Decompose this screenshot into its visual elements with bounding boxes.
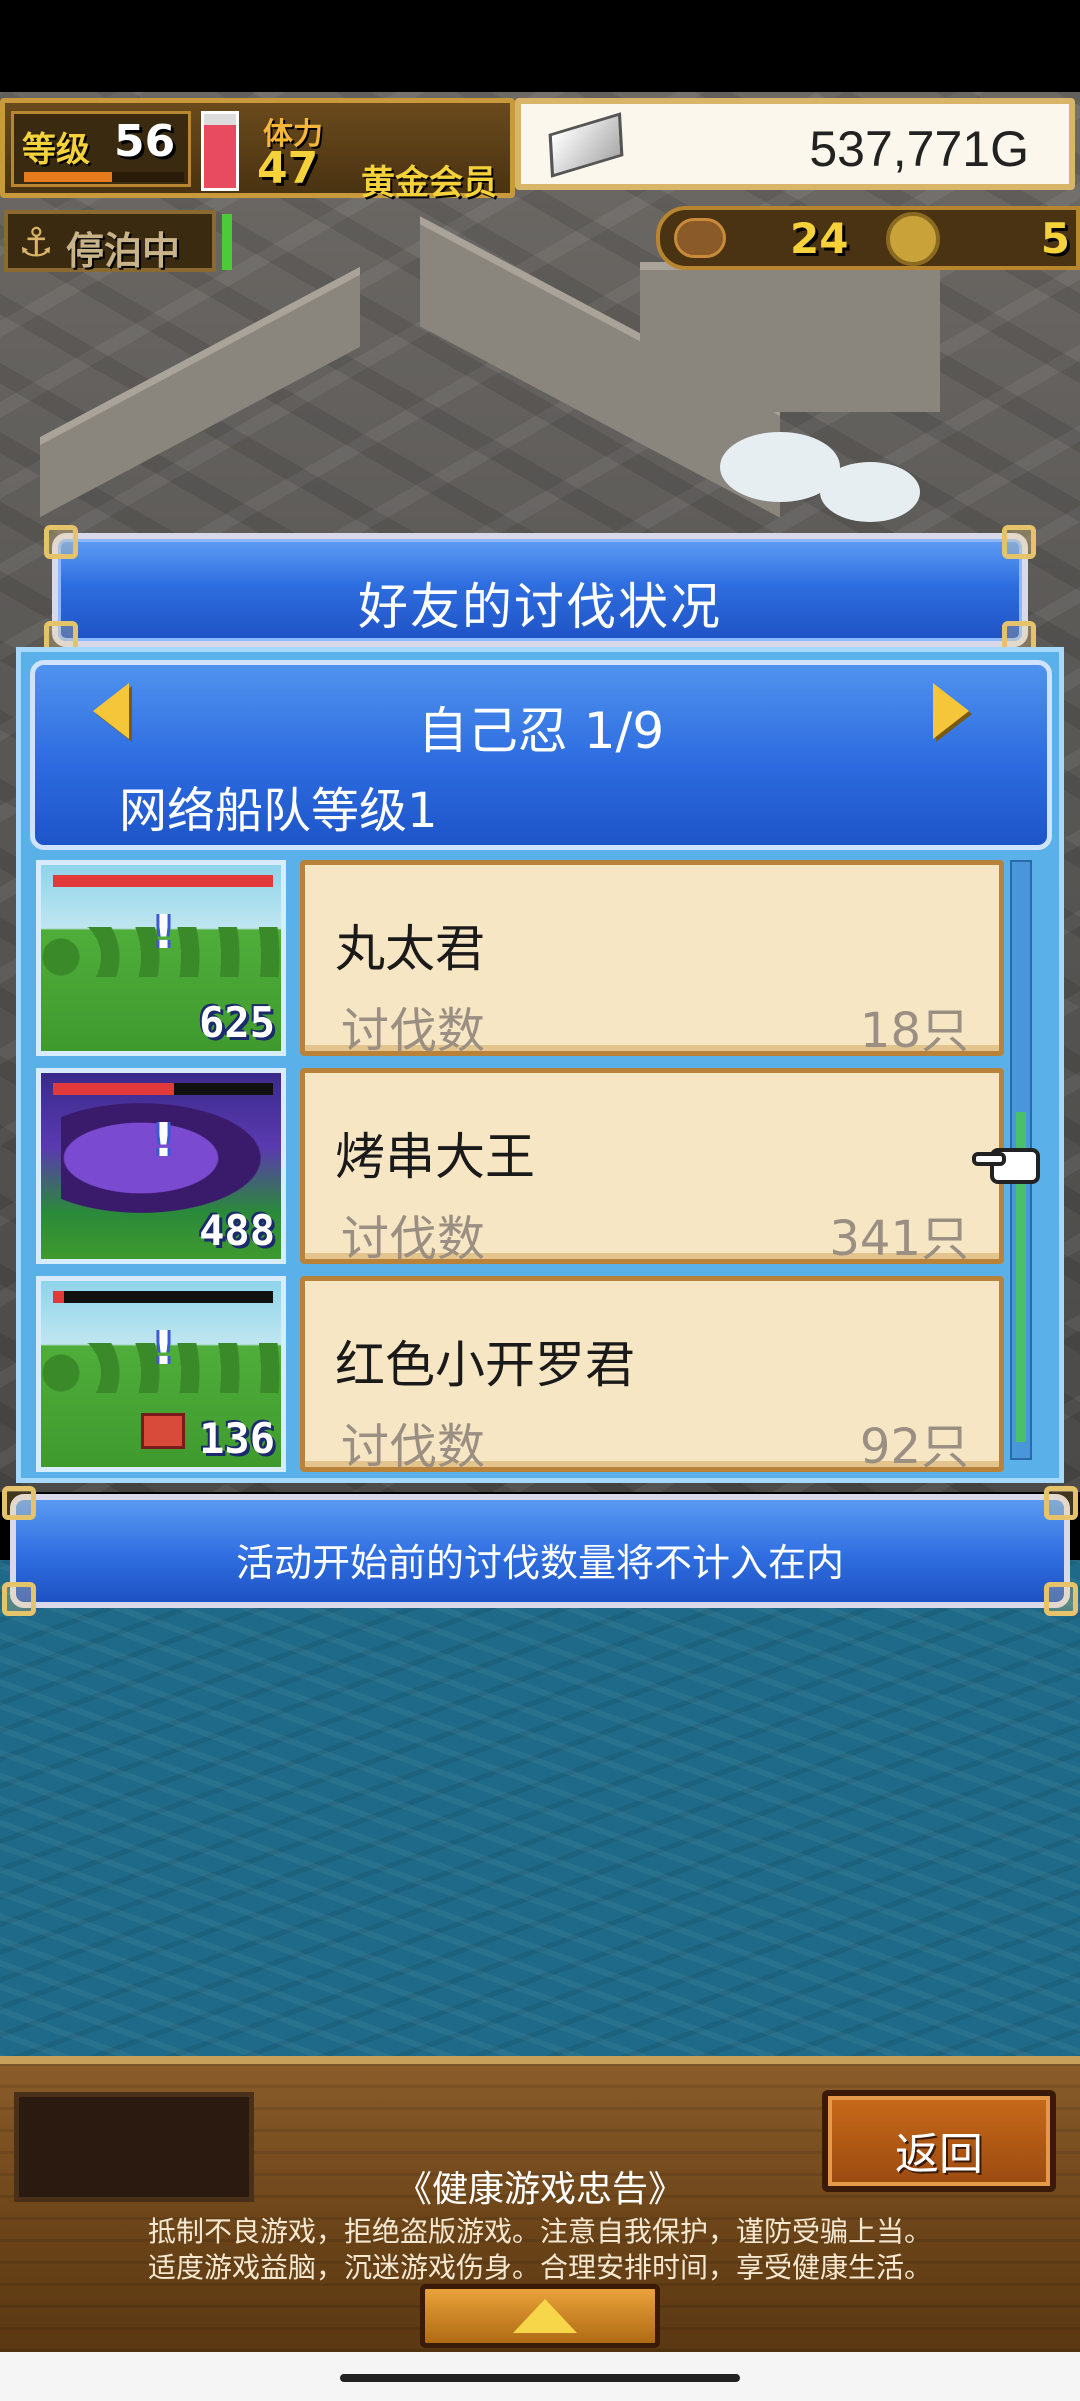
gold-amount: 537,771G [809, 121, 1029, 177]
alert-icon: ! [153, 905, 174, 959]
hp-bar-fill [53, 1291, 64, 1303]
health-advisory-line: 抵制不良游戏，拒绝盗版游戏。注意自我保护，谨防受骗上当。 [147, 2215, 932, 2248]
dock-status-badge[interactable]: ⚓ 停泊中 [4, 210, 216, 273]
right-arrow-icon [933, 683, 969, 739]
notice-banner: 活动开始前的讨伐数量将不计入在内 [2, 1486, 1078, 1616]
kill-count-label: 讨伐数 [341, 1419, 486, 1475]
corner-ornament [1044, 1486, 1078, 1520]
stamina-value: 47 [257, 143, 319, 194]
stamina-gauge [201, 111, 239, 191]
corner-ornament [2, 1582, 36, 1616]
monster-thumbnail: ! 625 [36, 860, 286, 1056]
notice-text: 活动开始前的讨伐数量将不计入在内 [235, 1541, 844, 1585]
xp-bar [24, 172, 184, 182]
red-monster-sprite [141, 1413, 185, 1449]
list-item[interactable]: ! 625 丸太君 讨伐数 18只 [30, 856, 1006, 1059]
corner-ornament [44, 525, 78, 559]
corner-ornament [1044, 1582, 1078, 1616]
hp-bar-fill [53, 875, 273, 887]
bottom-bar: 返回 《健康游戏忠告》 抵制不良游戏，拒绝盗版游戏。注意自我保护，谨防受骗上当。… [0, 2056, 1080, 2352]
monster-name: 烤串大王 [335, 1128, 535, 1186]
corner-ornament [1002, 525, 1036, 559]
thumbnail-count: 488 [199, 1206, 275, 1255]
level-label: 等级 [22, 130, 90, 170]
dock-status-label: 停泊中 [66, 229, 181, 273]
health-advisory-title: 《健康游戏忠告》 [395, 2169, 684, 2210]
fleet-level: 网络船队等级1 [119, 783, 438, 839]
xp-bar-fill [24, 172, 112, 182]
hp-bar [53, 1083, 273, 1095]
level-value: 56 [114, 116, 176, 167]
up-arrow-icon [513, 2299, 577, 2333]
sea-background [0, 1560, 1080, 2060]
monster-card: 红色小开罗君 讨伐数 92只 [300, 1276, 1004, 1475]
monster-thumbnail: ! 488 [36, 1068, 286, 1264]
monster-list[interactable]: ! 625 丸太君 讨伐数 18只 ! 488 烤串大王 讨伐数 341只 ! … [30, 856, 1006, 1478]
food-icon [674, 218, 726, 258]
hp-bar [53, 1291, 273, 1303]
list-item[interactable]: ! 136 红色小开罗君 讨伐数 92只 [30, 1272, 1006, 1475]
hp-bar-fill [53, 1083, 174, 1095]
kill-count-label: 讨伐数 [341, 1003, 486, 1059]
health-advisory-line: 适度游戏益脑，沉迷游戏伤身。合理安排时间，享受健康生活。 [147, 2251, 932, 2284]
kill-count-value: 92只 [859, 1419, 969, 1475]
medal-count: 5 [1040, 214, 1070, 263]
castle-wall [40, 266, 360, 518]
kill-count-value: 341只 [829, 1211, 969, 1267]
thumbnail-count: 136 [199, 1414, 275, 1463]
pointing-hand-icon [972, 1142, 1044, 1188]
alert-icon: ! [153, 1321, 174, 1375]
dock-indicator [222, 214, 232, 270]
top-hud: 等级 56 体力 47 黄金会员 537,771G ⚓ 停泊中 24 5 [0, 92, 1080, 273]
system-nav-area [0, 2352, 1080, 2401]
dialog-title-banner: 好友的讨伐状况 [44, 525, 1036, 655]
level-box: 等级 56 [11, 111, 191, 187]
gold-panel: 537,771G [515, 98, 1075, 190]
food-count: 24 [790, 214, 849, 263]
home-indicator[interactable] [340, 2374, 740, 2382]
thumbnail-count: 625 [199, 998, 275, 1047]
next-friend-button[interactable] [933, 683, 989, 745]
kill-count-label: 讨伐数 [341, 1211, 486, 1267]
friend-header: 自己忍 1/9 网络船队等级1 [30, 660, 1052, 850]
resources-panel: 24 5 [656, 206, 1080, 270]
monster-name: 丸太君 [335, 920, 485, 978]
stamina-gauge-fill [204, 125, 236, 188]
monster-card: 丸太君 讨伐数 18只 [300, 860, 1004, 1059]
hand-finger [972, 1152, 1006, 1166]
friend-name: 自己忍 1/9 [417, 702, 665, 760]
monster-thumbnail: ! 136 [36, 1276, 286, 1472]
monster-card: 烤串大王 讨伐数 341只 [300, 1068, 1004, 1267]
membership-badge: 黄金会员 [361, 163, 497, 203]
hp-bar [53, 875, 273, 887]
alert-icon: ! [153, 1113, 174, 1167]
expand-menu-button[interactable] [420, 2284, 660, 2348]
player-stats-panel: 等级 56 体力 47 黄金会员 [0, 98, 515, 203]
status-bar [0, 0, 1080, 92]
silver-ingot-icon [548, 112, 624, 178]
corner-ornament [2, 1486, 36, 1520]
castle-wall [640, 262, 940, 412]
kill-count-value: 18只 [859, 1003, 969, 1059]
monster-name: 红色小开罗君 [335, 1336, 635, 1394]
snow-patch [820, 462, 920, 522]
dialog-title: 好友的讨伐状况 [358, 578, 722, 636]
anchor-icon: ⚓ [18, 220, 54, 266]
medal-icon [886, 212, 940, 266]
list-item[interactable]: ! 488 烤串大王 讨伐数 341只 [30, 1064, 1006, 1267]
